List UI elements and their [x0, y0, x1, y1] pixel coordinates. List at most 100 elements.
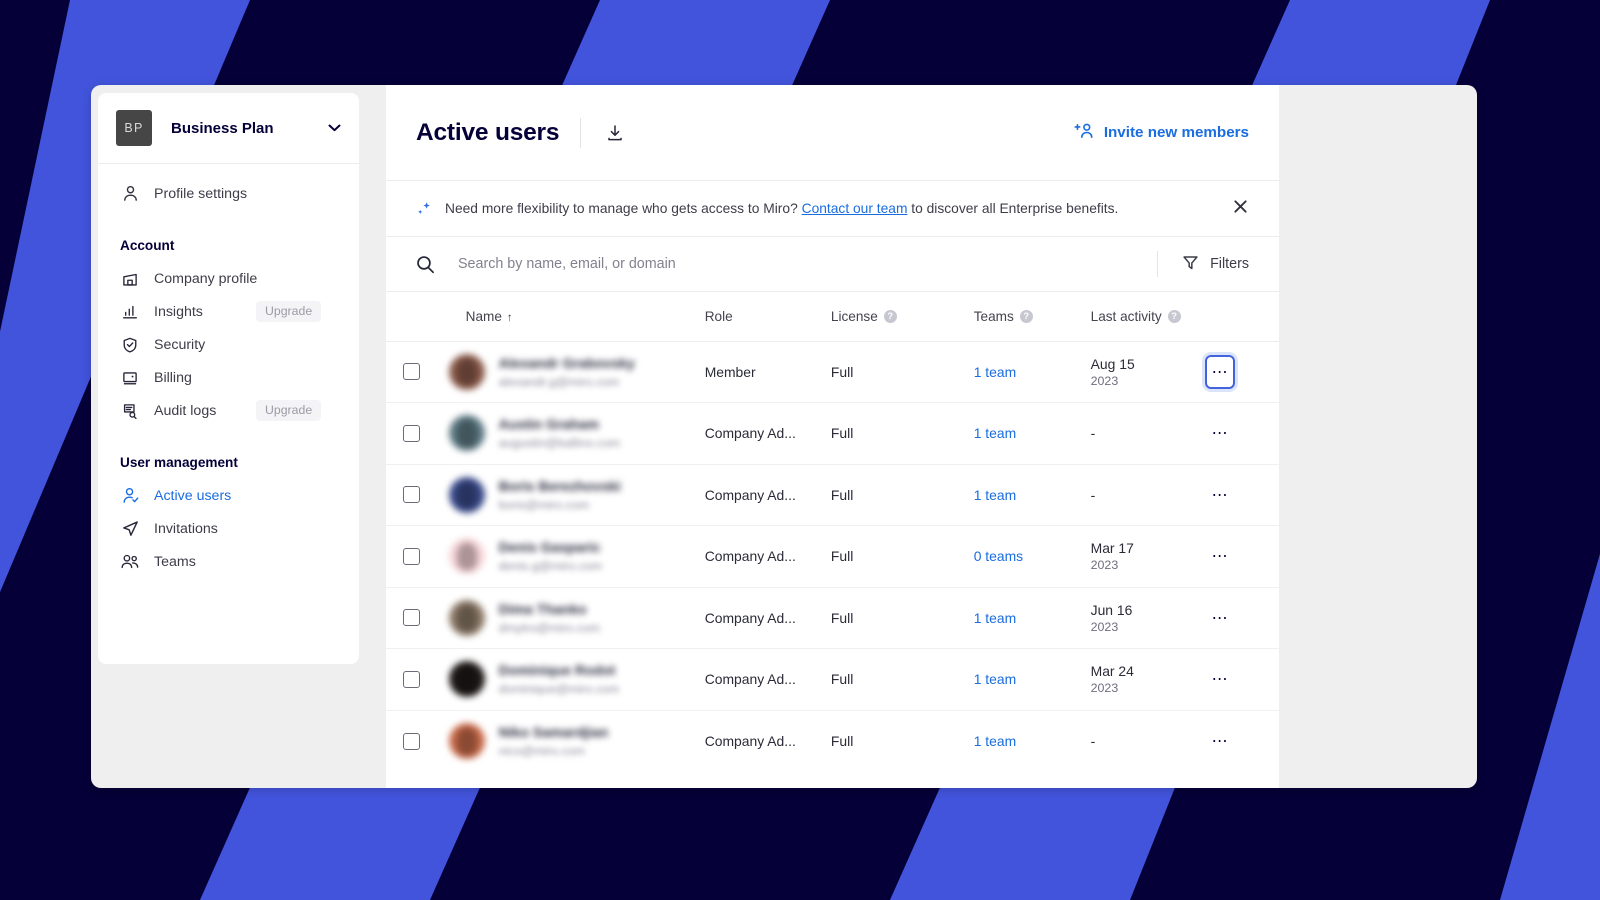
filters-label: Filters: [1210, 256, 1249, 272]
sidebar-item-active-users[interactable]: Active users: [98, 479, 359, 512]
avatar: [448, 538, 485, 575]
user-name: Dominique Rodot: [498, 662, 616, 679]
activity-date: -: [1090, 733, 1096, 749]
filter-icon: [1182, 254, 1199, 275]
row-actions: ⋯: [1204, 464, 1279, 526]
row-actions: ⋯: [1204, 710, 1279, 772]
row-user-cell: Denis Gasparic denis.g@miro.com: [435, 525, 705, 588]
sidebar-item-insights[interactable]: Insights Upgrade: [98, 295, 359, 328]
row-more-actions-button[interactable]: ⋯: [1207, 480, 1233, 510]
column-header-name[interactable]: Name ↑: [435, 292, 705, 342]
row-more-actions-button[interactable]: ⋯: [1207, 603, 1233, 633]
teams-link[interactable]: 1 team: [974, 610, 1016, 626]
sidebar-item-label: Billing: [154, 369, 192, 386]
row-teams: 1 team: [973, 464, 1091, 526]
row-teams: 1 team: [973, 587, 1091, 649]
avatar: [448, 476, 485, 513]
column-header-role: Role: [704, 292, 831, 342]
help-icon[interactable]: ?: [1019, 310, 1033, 324]
sidebar-item-label: Teams: [154, 553, 196, 570]
audit-log-icon: [119, 400, 141, 422]
user-name: Austin Graham: [498, 416, 600, 433]
row-license: Full: [830, 587, 974, 649]
column-header-last-activity: Last activity?: [1090, 292, 1205, 342]
search-input[interactable]: [458, 256, 1158, 272]
row-license: Full: [830, 341, 974, 403]
row-checkbox[interactable]: [403, 424, 420, 442]
row-role: Company Ad...: [704, 648, 831, 711]
teams-link[interactable]: 1 team: [974, 671, 1016, 687]
invite-new-members-button[interactable]: Invite new members: [1074, 121, 1249, 144]
filters-button[interactable]: Filters: [1182, 254, 1249, 275]
invite-label: Invite new members: [1103, 124, 1249, 141]
sidebar-item-teams[interactable]: Teams: [98, 545, 359, 578]
teams-link[interactable]: 0 teams: [974, 548, 1023, 564]
row-teams: 1 team: [974, 710, 1091, 772]
close-icon[interactable]: [1232, 198, 1249, 219]
row-more-actions-button[interactable]: ⋯: [1207, 726, 1233, 756]
row-checkbox[interactable]: [403, 732, 420, 750]
table-header-row: Name ↑ Role License? Teams? Last activity…: [386, 292, 1279, 342]
help-icon[interactable]: ?: [883, 310, 897, 324]
row-checkbox[interactable]: [403, 670, 420, 688]
main-panel: Active users Invite new members Need mor…: [386, 85, 1279, 788]
row-role: Company Ad...: [704, 733, 796, 749]
row-more-actions-button[interactable]: ⋯: [1207, 541, 1233, 571]
teams-link[interactable]: 1 team: [974, 425, 1016, 441]
row-last-activity: -: [1091, 710, 1205, 772]
row-teams: 0 teams: [973, 525, 1091, 588]
row-checkbox[interactable]: [403, 547, 420, 565]
row-license: Full: [830, 733, 854, 749]
teams-link[interactable]: 1 team: [974, 487, 1016, 503]
user-email: augustin@kallino.com: [498, 436, 621, 451]
user-email: denis.g@miro.com: [498, 559, 603, 574]
row-teams: 1 team: [973, 341, 1091, 403]
sidebar-item-invitations[interactable]: Invitations: [98, 512, 359, 545]
plan-logo: BP: [116, 110, 152, 146]
row-checkbox[interactable]: [403, 486, 420, 504]
upgrade-badge[interactable]: Upgrade: [256, 301, 322, 322]
teams-link[interactable]: 1 team: [974, 364, 1016, 380]
row-actions: ⋯: [1204, 341, 1279, 403]
upgrade-badge[interactable]: Upgrade: [256, 400, 322, 421]
contact-our-team-link[interactable]: Contact our team: [802, 201, 908, 216]
help-icon[interactable]: ?: [1167, 310, 1181, 324]
row-last-activity: Mar 24 2023: [1090, 648, 1205, 711]
table-row: Boris Berezhovski boris@miro.com Company…: [386, 464, 1279, 526]
sidebar-item-label: Audit logs: [154, 402, 217, 419]
row-more-actions-button[interactable]: ⋯: [1207, 664, 1233, 694]
add-user-icon: [1074, 121, 1095, 144]
sidebar-item-company-profile[interactable]: Company profile: [98, 262, 359, 295]
row-checkbox[interactable]: [403, 609, 420, 627]
sidebar-item-audit-logs[interactable]: Audit logs Upgrade: [98, 394, 359, 427]
row-more-actions-button[interactable]: ⋯: [1207, 418, 1233, 448]
row-more-actions-button[interactable]: ⋯: [1205, 354, 1236, 389]
sidebar-item-security[interactable]: Security: [98, 328, 359, 361]
table-row: Dima Thanko dmytro@miro.com Company Ad..…: [386, 587, 1279, 649]
sidebar-item-label: Invitations: [154, 520, 218, 537]
sidebar-item-profile-settings[interactable]: Profile settings: [98, 177, 359, 210]
avatar: [448, 723, 485, 759]
row-role: Company Ad...: [704, 402, 831, 465]
enterprise-promo-banner: Need more flexibility to manage who gets…: [386, 181, 1279, 237]
teams-link[interactable]: 1 team: [974, 733, 1016, 749]
user-check-icon: [119, 485, 141, 507]
sidebar-section-heading-account: Account: [120, 238, 175, 253]
sidebar-item-billing[interactable]: Billing: [98, 361, 359, 394]
app-window: BP Business Plan Profile settings Accoun…: [91, 85, 1477, 788]
user-email: dmytro@miro.com: [498, 620, 601, 635]
avatar: [448, 415, 485, 452]
row-last-activity: Aug 15 2023: [1090, 341, 1205, 403]
row-checkbox[interactable]: [403, 363, 420, 381]
search-divider: [1157, 251, 1159, 277]
download-icon[interactable]: [602, 120, 628, 146]
plan-selector[interactable]: BP Business Plan: [98, 93, 359, 164]
avatar: [448, 599, 485, 636]
row-last-activity: -: [1090, 402, 1205, 465]
row-checkbox-cell: [386, 464, 436, 526]
row-last-activity: Jun 16 2023: [1090, 587, 1205, 649]
row-role: Company Ad...: [704, 525, 831, 588]
user-email: alexandr.g@miro.com: [498, 374, 620, 389]
row-checkbox-cell: [386, 648, 436, 711]
activity-date: Mar 17: [1090, 540, 1134, 557]
